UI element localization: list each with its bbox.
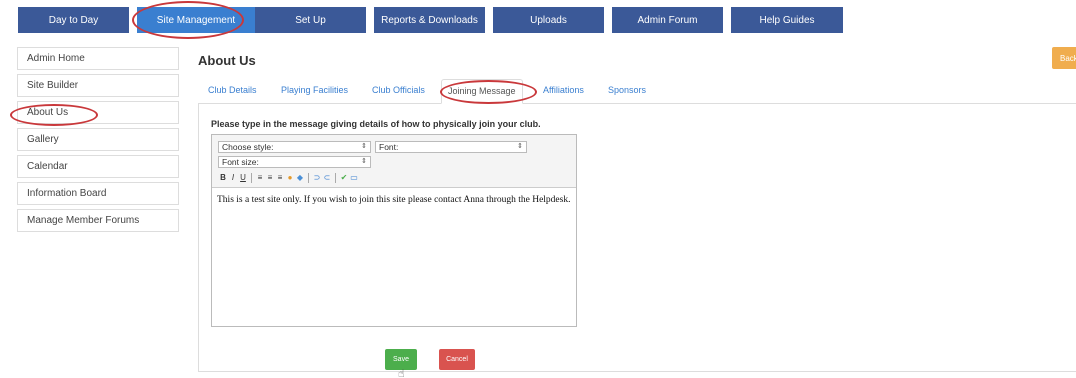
- tab-site-management[interactable]: Site Management: [137, 7, 255, 33]
- align-right-icon[interactable]: ≡: [275, 172, 285, 183]
- hand-cursor-icon: ☝: [398, 368, 405, 378]
- italic-button[interactable]: I: [228, 172, 238, 183]
- instruction-text: Please type in the message giving detail…: [211, 119, 541, 129]
- sidebar-item-calendar[interactable]: Calendar: [17, 155, 179, 178]
- back-button[interactable]: Back: [1052, 47, 1076, 69]
- sidebar: Admin Home Site Builder About Us Gallery…: [17, 47, 179, 236]
- bold-button[interactable]: B: [218, 172, 228, 183]
- chevron-updown-icon: ⇕: [361, 158, 367, 165]
- font-size-select[interactable]: Font size: ⇕: [218, 156, 371, 168]
- html-source-icon[interactable]: ▭: [349, 172, 359, 183]
- chevron-updown-icon: ⇕: [361, 143, 367, 150]
- sidebar-item-manage-member-forums[interactable]: Manage Member Forums: [17, 209, 179, 232]
- toolbar-divider: [251, 172, 252, 183]
- tab-club-details[interactable]: Club Details: [208, 85, 257, 95]
- tab-day-to-day[interactable]: Day to Day: [18, 7, 129, 33]
- page-title: About Us: [198, 53, 256, 68]
- style-select-value: Choose style:: [222, 142, 274, 152]
- tab-admin-forum[interactable]: Admin Forum: [612, 7, 723, 33]
- align-center-icon[interactable]: ≡: [265, 172, 275, 183]
- style-select[interactable]: Choose style: ⇕: [218, 141, 371, 153]
- sidebar-item-about-us[interactable]: About Us: [17, 101, 179, 124]
- tab-joining-message[interactable]: Joining Message: [441, 79, 523, 104]
- font-select-value: Font:: [379, 142, 399, 152]
- sidebar-item-gallery[interactable]: Gallery: [17, 128, 179, 151]
- cancel-button[interactable]: Cancel: [439, 349, 475, 370]
- section-tabs: Club Details Playing Facilities Club Off…: [198, 79, 1076, 104]
- tab-playing-facilities[interactable]: Playing Facilities: [281, 85, 348, 95]
- toolbar-divider: [308, 172, 309, 183]
- tab-help-guides[interactable]: Help Guides: [731, 7, 843, 33]
- editor-content[interactable]: This is a test site only. If you wish to…: [212, 188, 576, 212]
- tab-affiliations[interactable]: Affiliations: [543, 85, 584, 95]
- unlink-icon[interactable]: ⊂: [322, 172, 332, 183]
- sidebar-item-admin-home[interactable]: Admin Home: [17, 47, 179, 70]
- sidebar-item-information-board[interactable]: Information Board: [17, 182, 179, 205]
- format-buttons: B I U ≡ ≡ ≡ ● ◆ ⊃ ⊂ ✔ ▭: [218, 172, 359, 183]
- image-icon[interactable]: ◆: [295, 172, 305, 183]
- toolbar-divider: [335, 172, 336, 183]
- link-icon[interactable]: ⊃: [312, 172, 322, 183]
- rich-text-editor: Choose style: ⇕ Font: ⇕ Font size: ⇕ B I…: [211, 134, 577, 327]
- tab-club-officials[interactable]: Club Officials: [372, 85, 425, 95]
- tab-reports-downloads[interactable]: Reports & Downloads: [374, 7, 485, 33]
- tab-sponsors[interactable]: Sponsors: [608, 85, 646, 95]
- tab-set-up[interactable]: Set Up: [255, 7, 366, 33]
- color-icon[interactable]: ●: [285, 172, 295, 183]
- spellcheck-icon[interactable]: ✔: [339, 172, 349, 183]
- editor-toolbar: Choose style: ⇕ Font: ⇕ Font size: ⇕ B I…: [212, 135, 576, 188]
- chevron-updown-icon: ⇕: [517, 143, 523, 150]
- underline-button[interactable]: U: [238, 172, 248, 183]
- tab-uploads[interactable]: Uploads: [493, 7, 604, 33]
- sidebar-item-site-builder[interactable]: Site Builder: [17, 74, 179, 97]
- align-left-icon[interactable]: ≡: [255, 172, 265, 183]
- font-select[interactable]: Font: ⇕: [375, 141, 527, 153]
- font-size-select-value: Font size:: [222, 157, 259, 167]
